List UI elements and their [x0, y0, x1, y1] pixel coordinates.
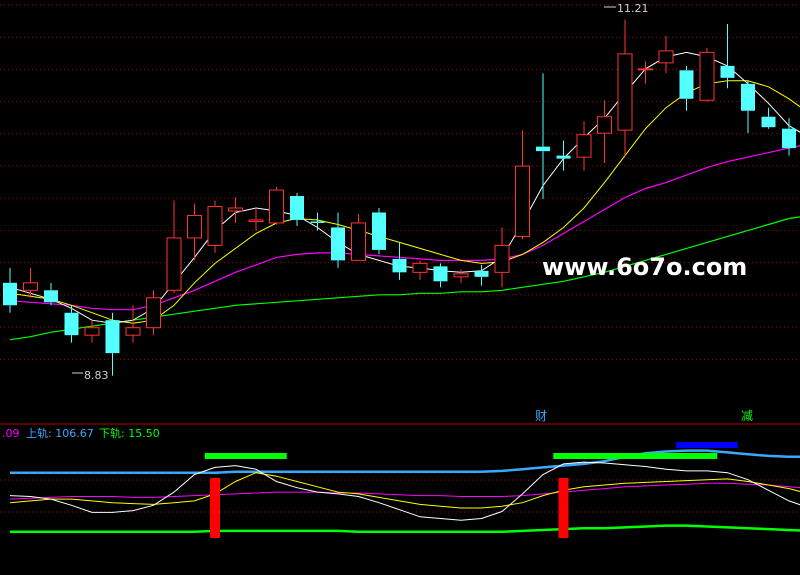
indicator-panel — [9, 442, 800, 538]
indicator-lower-label: 下轨: 15.50 — [99, 426, 160, 440]
candle-body-up — [597, 116, 612, 134]
candle-body-up — [658, 50, 674, 64]
signal-green-bar — [553, 453, 718, 459]
candle-body-down — [679, 70, 694, 99]
signal-red-bar — [558, 478, 569, 538]
indicator-first-value: .09 — [2, 427, 20, 440]
candle-body-up — [269, 189, 284, 224]
candle-body-up — [351, 222, 366, 261]
marker-cai[interactable]: 财 — [535, 409, 547, 423]
candle-body-down — [720, 65, 735, 78]
marker-jian[interactable]: 减 — [741, 409, 753, 423]
candle-body-down — [290, 196, 304, 220]
candle-body-up — [23, 282, 38, 291]
signal-blue-bar — [676, 442, 738, 448]
indicator-upper-label: 上轨: 106.67 — [26, 426, 94, 440]
chart-stage: 11.21 8.83 财 减 www.6o7o.com .09 上轨: 106.… — [0, 0, 800, 575]
candle-body-up — [617, 53, 633, 131]
candle-body-up — [699, 51, 715, 101]
candle-body-down — [372, 212, 386, 250]
chart-canvas: 11.21 8.83 财 减 www.6o7o.com .09 上轨: 106.… — [0, 2, 800, 538]
indicator-yellow-line — [9, 472, 800, 509]
candle-body-down — [392, 258, 407, 273]
candle-body-down — [3, 282, 17, 306]
candle-body-down — [44, 290, 58, 303]
candle-body-down — [536, 146, 550, 152]
lower-band-line — [10, 524, 800, 534]
candle-body-up — [638, 68, 653, 71]
candle-body-up — [412, 262, 428, 273]
candle-body-down — [310, 221, 325, 223]
candle-body-down — [331, 227, 345, 261]
grid-lines — [0, 4, 800, 425]
candle-body-up — [207, 206, 223, 246]
candle-body-up — [125, 327, 141, 336]
candle-body-down — [433, 266, 448, 282]
candle-body-up — [494, 244, 510, 273]
candle-body-up — [187, 214, 202, 239]
candle-body-down — [64, 312, 79, 336]
indicator-magenta-line — [9, 482, 800, 500]
candle-body-down — [556, 155, 571, 159]
high-price-label: 11.21 — [617, 2, 649, 15]
candle-body-up — [146, 297, 161, 329]
candle-body-up — [228, 207, 243, 212]
candle-body-down — [782, 128, 796, 149]
low-price-label: 8.83 — [84, 369, 109, 382]
candle-body-down — [761, 116, 776, 128]
ma-magenta-line — [9, 145, 800, 311]
candle-body-up — [166, 237, 182, 291]
candle-body-up — [84, 327, 100, 336]
candle-body-down — [105, 320, 120, 354]
candle-body-up — [453, 273, 469, 278]
signal-red-bar — [210, 478, 220, 538]
candle-body-up — [515, 165, 530, 237]
candle-body-up — [248, 219, 264, 222]
candle-body-down — [741, 83, 755, 111]
candle-body-up — [576, 134, 592, 158]
candle-body-down — [474, 270, 489, 277]
ma-yellow-line — [9, 80, 800, 324]
watermark: www.6o7o.com — [542, 253, 747, 281]
signal-green-bar — [204, 453, 287, 459]
